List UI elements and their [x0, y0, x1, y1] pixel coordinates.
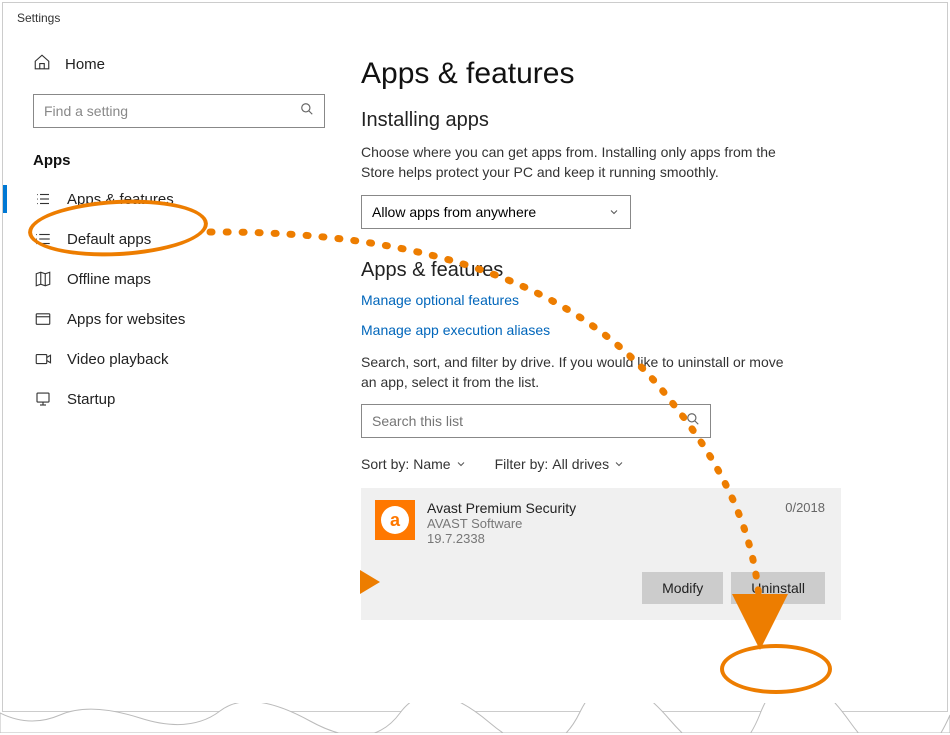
nav-startup[interactable]: Startup: [3, 379, 343, 419]
nav-label: Default apps: [67, 231, 151, 248]
home-label: Home: [65, 56, 105, 73]
filter-desc: Search, sort, and filter by drive. If yo…: [361, 352, 801, 393]
chevron-down-icon: [613, 458, 625, 470]
nav-offline-maps[interactable]: Offline maps: [3, 259, 343, 299]
app-list-search[interactable]: [361, 404, 711, 438]
app-list-search-input[interactable]: [372, 413, 686, 429]
app-list-item[interactable]: a Avast Premium Security AVAST Software …: [361, 488, 841, 620]
app-version: 19.7.2338: [427, 531, 773, 546]
sort-label: Sort by:: [361, 456, 409, 472]
home-button[interactable]: Home: [3, 45, 343, 88]
sort-value: Name: [413, 456, 450, 472]
chevron-down-icon: [608, 206, 620, 218]
app-buttons: Modify Uninstall: [375, 572, 825, 604]
filter-by[interactable]: Filter by: All drives: [495, 456, 625, 472]
list-icon: [33, 190, 53, 208]
video-icon: [33, 350, 53, 368]
install-source-dropdown[interactable]: Allow apps from anywhere: [361, 195, 631, 229]
category-label: Apps: [3, 146, 343, 179]
search-icon: [300, 102, 314, 121]
modify-button[interactable]: Modify: [642, 572, 723, 604]
settings-window: Settings Home Apps Apps & f: [2, 2, 948, 712]
settings-search-input[interactable]: [44, 103, 300, 119]
nav-apps-websites[interactable]: Apps for websites: [3, 299, 343, 339]
nav-label: Video playback: [67, 351, 168, 368]
nav-label: Offline maps: [67, 271, 151, 288]
filter-value: All drives: [552, 456, 609, 472]
nav-default-apps[interactable]: Default apps: [3, 219, 343, 259]
startup-icon: [33, 390, 53, 408]
websites-icon: [33, 310, 53, 328]
manage-optional-link[interactable]: Manage optional features: [361, 292, 917, 308]
map-icon: [33, 270, 53, 288]
avast-icon: a: [381, 506, 409, 534]
uninstall-button[interactable]: Uninstall: [731, 572, 825, 604]
window-title: Settings: [3, 3, 947, 33]
nav-label: Apps & features: [67, 191, 174, 208]
chevron-down-icon: [455, 458, 467, 470]
nav-apps-features[interactable]: Apps & features: [3, 179, 343, 219]
sidebar: Home Apps Apps & features Default: [3, 33, 343, 711]
page-heading: Apps & features: [361, 57, 917, 91]
main-panel: Apps & features Installing apps Choose w…: [343, 33, 947, 711]
app-name: Avast Premium Security: [427, 500, 773, 516]
home-icon: [33, 53, 51, 76]
app-date: 0/2018: [785, 500, 825, 515]
search-icon: [686, 412, 700, 431]
nav-label: Apps for websites: [67, 311, 185, 328]
app-head: a Avast Premium Security AVAST Software …: [375, 500, 825, 546]
app-publisher: AVAST Software: [427, 516, 773, 531]
manage-aliases-link[interactable]: Manage app execution aliases: [361, 322, 917, 338]
installing-desc: Choose where you can get apps from. Inst…: [361, 142, 801, 183]
defaults-icon: [33, 230, 53, 248]
dropdown-value: Allow apps from anywhere: [372, 204, 536, 220]
content-area: Home Apps Apps & features Default: [3, 33, 947, 711]
sort-by[interactable]: Sort by: Name: [361, 456, 467, 472]
installing-heading: Installing apps: [361, 109, 917, 132]
app-icon: a: [375, 500, 415, 540]
nav-label: Startup: [67, 391, 115, 408]
apps-subheading: Apps & features: [361, 259, 917, 282]
settings-search[interactable]: [33, 94, 325, 128]
nav-video-playback[interactable]: Video playback: [3, 339, 343, 379]
app-info: Avast Premium Security AVAST Software 19…: [427, 500, 773, 546]
sort-filter-row: Sort by: Name Filter by: All drives: [361, 456, 917, 472]
filter-label: Filter by:: [495, 456, 549, 472]
